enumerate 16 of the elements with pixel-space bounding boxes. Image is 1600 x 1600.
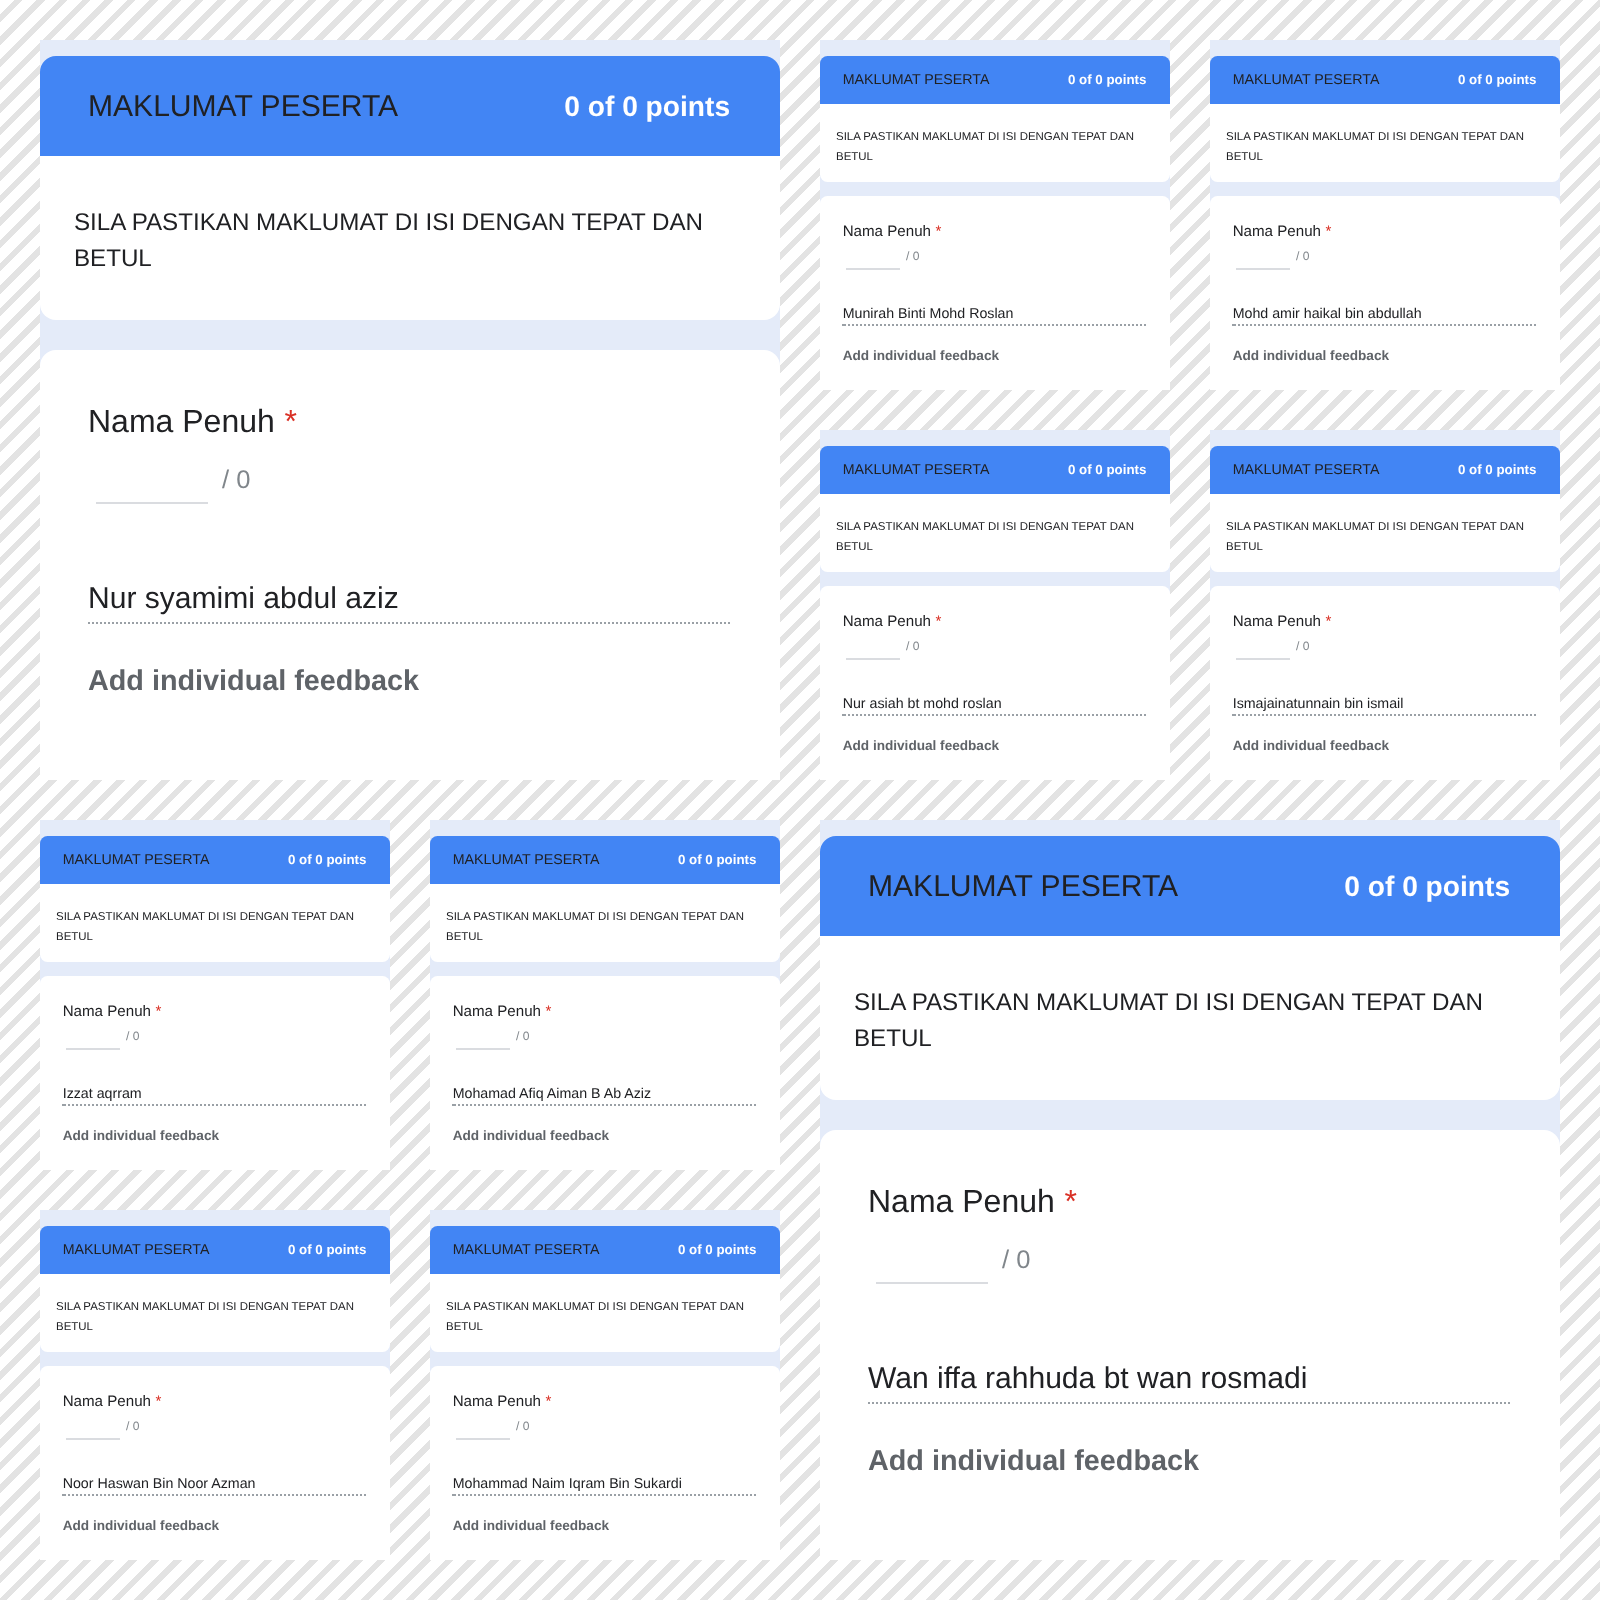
description-text: SILA PASTIKAN MAKLUMAT DI ISI DENGAN TEPAT DAN BETUL xyxy=(853,988,1484,1052)
score-total: / 0 xyxy=(1002,1244,1031,1275)
section-title: MAKLUMAT PESERTA xyxy=(868,869,1179,903)
required-mark: * xyxy=(1064,1184,1077,1225)
description-text: SILA PASTIKAN MAKLUMAT DI ISI DENGAN TEPAT DAN BETUL xyxy=(73,208,704,272)
answer-text: Wan iffa rahhuda bt wan rosmadi xyxy=(868,1361,1511,1404)
points-text: 0 of 0 points xyxy=(1344,870,1511,902)
question-label: Nama Penuh xyxy=(868,1184,1055,1225)
required-mark: * xyxy=(284,404,297,445)
answer-text: Nur syamimi abdul aziz xyxy=(88,581,731,624)
points-text: 0 of 0 points xyxy=(564,90,731,122)
question-label: Nama Penuh xyxy=(88,404,275,445)
feedback-link[interactable]: Add individual feedback xyxy=(868,1446,1200,1479)
section-title: MAKLUMAT PESERTA xyxy=(88,89,399,123)
feedback-link[interactable]: Add individual feedback xyxy=(88,666,420,699)
score-total: / 0 xyxy=(222,464,251,495)
